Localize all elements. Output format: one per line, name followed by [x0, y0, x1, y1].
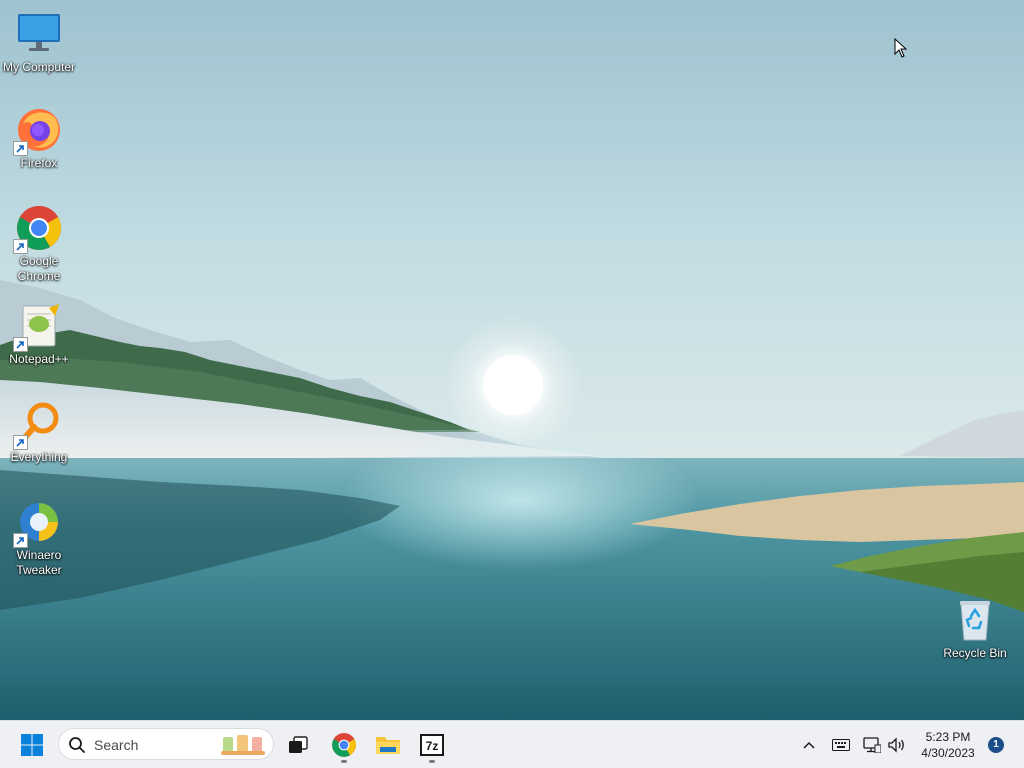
taskbar-app-chrome[interactable]: [326, 727, 362, 763]
search-highlight-icon: [221, 735, 265, 755]
running-indicator: [429, 760, 435, 763]
search-input[interactable]: Search: [58, 728, 274, 760]
notification-badge[interactable]: 1: [988, 737, 1004, 753]
chevron-up-icon: [803, 741, 815, 749]
desktop-icon-label: Firefox: [20, 156, 58, 170]
svg-text:7z: 7z: [426, 739, 439, 753]
monitor-icon: [15, 10, 63, 58]
clock-button[interactable]: 5:23 PM 4/30/2023: [912, 729, 984, 761]
firefox-icon: [13, 106, 63, 156]
clock-date: 4/30/2023: [921, 746, 975, 760]
winaero-tweaker-icon: [13, 498, 63, 548]
search-icon: [69, 737, 85, 753]
input-indicator-button[interactable]: [829, 733, 853, 757]
volume-icon: [888, 737, 904, 753]
show-hidden-icons-button[interactable]: [797, 733, 821, 757]
task-view-icon: [289, 736, 308, 753]
desktop-icon-label: Notepad++: [9, 352, 69, 366]
folder-icon: [376, 737, 400, 754]
running-indicator: [341, 760, 347, 763]
shortcut-arrow-icon: [13, 533, 28, 548]
network-button[interactable]: [860, 733, 884, 757]
desktop-icon-label: My Computer: [2, 60, 76, 74]
desktop-icon-firefox[interactable]: Firefox: [0, 106, 78, 171]
clock-time: 5:23 PM: [925, 730, 971, 744]
desktop-icon-label: Everything: [10, 450, 68, 464]
task-view-button[interactable]: [280, 727, 316, 763]
notepadpp-icon: [13, 302, 63, 352]
search-placeholder: Search: [94, 737, 139, 753]
chrome-icon: [332, 733, 356, 757]
mouse-cursor-icon: [894, 38, 908, 58]
shortcut-arrow-icon: [13, 141, 28, 156]
windows-logo-icon: [21, 734, 43, 756]
shortcut-arrow-icon: [13, 337, 28, 352]
taskbar-app-7zip[interactable]: 7z: [414, 727, 450, 763]
taskbar-app-file-explorer[interactable]: [370, 727, 406, 763]
wallpaper-image: [0, 0, 1024, 720]
desktop-icon-everything[interactable]: Everything: [0, 400, 78, 465]
desktop-icon-label: Winaero Tweaker: [16, 548, 62, 577]
volume-button[interactable]: [885, 733, 909, 757]
keyboard-icon: [832, 739, 850, 751]
desktop-icon-label: Google Chrome: [17, 254, 61, 283]
network-icon: [863, 737, 881, 753]
desktop-icon-recycle-bin[interactable]: Recycle Bin: [936, 596, 1014, 661]
magnifier-icon: [13, 400, 63, 450]
shortcut-arrow-icon: [13, 239, 28, 254]
desktop-icon-google-chrome[interactable]: Google Chrome: [0, 204, 78, 284]
seven-zip-icon: 7z: [420, 734, 444, 756]
chrome-icon: [13, 204, 63, 254]
desktop[interactable]: My Computer Firefox Google Chrome Notepa…: [0, 0, 1024, 720]
taskbar: Search 7z 5:23 PM 4/30/2023 1: [0, 720, 1024, 768]
desktop-icon-winaero-tweaker[interactable]: Winaero Tweaker: [0, 498, 78, 578]
desktop-icon-my-computer[interactable]: My Computer: [0, 10, 78, 75]
desktop-icon-label: Recycle Bin: [943, 646, 1007, 660]
recycle-bin-icon: [951, 596, 999, 644]
shortcut-arrow-icon: [13, 435, 28, 450]
start-button[interactable]: [14, 727, 50, 763]
desktop-icon-notepadpp[interactable]: Notepad++: [0, 302, 78, 367]
